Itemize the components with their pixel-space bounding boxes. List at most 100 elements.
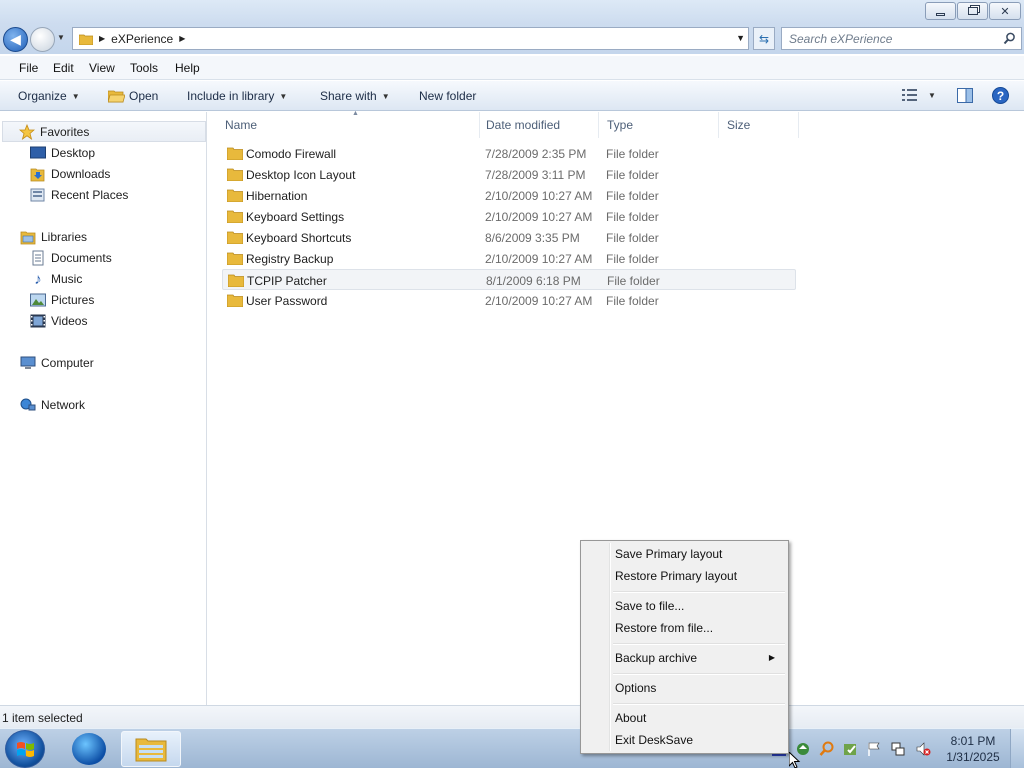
share-with-button[interactable]: Share with ▼ — [320, 89, 390, 103]
recent-places-icon — [30, 187, 46, 203]
command-bar: Organize ▼ Open Include in library ▼ Share… — [0, 81, 1024, 111]
menu-tools[interactable]: Tools — [130, 61, 158, 75]
exit-desksave-item[interactable]: Exit DeskSave — [584, 729, 785, 751]
nav-downloads[interactable]: Downloads — [30, 164, 110, 184]
volume-muted-icon[interactable] — [915, 741, 931, 757]
internet-explorer-taskbar-button[interactable] — [72, 733, 106, 765]
help-button[interactable]: ? — [992, 87, 1009, 104]
organize-label: Organize — [18, 89, 67, 103]
table-row[interactable]: Comodo Firewall 7/28/2009 2:35 PM File f… — [222, 143, 796, 164]
folder-icon — [227, 147, 243, 160]
table-row[interactable]: Registry Backup 2/10/2009 10:27 AM File … — [222, 248, 796, 269]
nav-downloads-label: Downloads — [51, 167, 111, 181]
security-tray-icon[interactable] — [843, 741, 859, 757]
start-button[interactable] — [5, 730, 45, 768]
menu-file[interactable]: File — [19, 61, 38, 75]
menu-item-label: Save Primary layout — [615, 547, 723, 561]
options-item[interactable]: Options — [584, 677, 785, 699]
restore-primary-layout-item[interactable]: Restore Primary layout — [584, 565, 785, 587]
folder-icon — [227, 252, 243, 265]
table-row[interactable]: User Password 2/10/2009 10:27 AM File fo… — [222, 290, 796, 311]
new-folder-button[interactable]: New folder — [419, 89, 476, 103]
about-item[interactable]: About — [584, 707, 785, 729]
nav-libraries[interactable]: Libraries — [20, 227, 87, 247]
file-name: Keyboard Shortcuts — [246, 231, 352, 245]
table-row[interactable]: Hibernation 2/10/2009 10:27 AM File fold… — [222, 185, 796, 206]
nav-network-label: Network — [41, 398, 86, 412]
nav-computer[interactable]: Computer — [20, 353, 94, 373]
table-row-selected[interactable]: TCPIP Patcher 8/1/2009 6:18 PM File fold… — [222, 269, 796, 290]
table-row[interactable]: Keyboard Settings 2/10/2009 10:27 AM Fil… — [222, 206, 796, 227]
breadcrumb-current[interactable]: eXPerience — [111, 32, 173, 46]
column-header-size[interactable]: Size — [719, 112, 799, 138]
change-view-button[interactable]: ▼ — [902, 88, 936, 102]
menu-item-label: Restore Primary layout — [615, 569, 738, 583]
nav-desktop[interactable]: Desktop — [30, 143, 95, 163]
status-bar: 1 item selected — [0, 705, 1024, 728]
nav-recent-places[interactable]: Recent Places — [30, 185, 128, 205]
restore-from-file-item[interactable]: Restore from file... — [584, 617, 785, 639]
svg-text:?: ? — [997, 89, 1004, 103]
backup-archive-item[interactable]: Backup archive ▶ — [584, 647, 785, 669]
menu-separator — [613, 591, 785, 593]
windows-explorer-taskbar-button[interactable] — [121, 731, 181, 767]
include-in-library-button[interactable]: Include in library ▼ — [187, 89, 287, 103]
open-button[interactable]: Open — [108, 89, 158, 103]
preview-pane-button[interactable] — [957, 88, 973, 103]
new-folder-label: New folder — [419, 89, 477, 103]
close-button[interactable]: ✕ — [989, 2, 1021, 20]
table-row[interactable]: Desktop Icon Layout 7/28/2009 3:11 PM Fi… — [222, 164, 796, 185]
column-header-type[interactable]: Type — [599, 112, 719, 138]
menu-item-label: Save to file... — [615, 599, 685, 613]
menu-item-label: About — [615, 711, 647, 725]
save-to-file-item[interactable]: Save to file... — [584, 595, 785, 617]
nav-network[interactable]: Network — [20, 395, 85, 415]
breadcrumb-arrow-icon[interactable]: ▶ — [99, 34, 105, 43]
restore-button[interactable] — [957, 2, 988, 20]
file-name: Desktop Icon Layout — [246, 168, 356, 182]
nav-music[interactable]: ♪ Music — [30, 269, 82, 289]
column-header-name[interactable]: Name ▲ — [217, 110, 480, 138]
downloads-folder-icon — [30, 166, 46, 182]
nav-favorites-label: Favorites — [40, 124, 90, 139]
refresh-icon: ⇆ — [758, 31, 770, 46]
address-dropdown-icon[interactable]: ▼ — [736, 33, 745, 43]
address-bar[interactable]: ▶ eXPerience ▶ ▼ — [72, 27, 749, 50]
search-box[interactable] — [781, 27, 1022, 50]
mouse-pointer-icon — [789, 752, 801, 768]
folder-icon — [227, 210, 243, 223]
forward-button[interactable] — [30, 27, 55, 52]
nav-videos[interactable]: Videos — [30, 311, 87, 331]
chevron-down-icon[interactable]: ▼ — [928, 91, 936, 100]
action-center-flag-icon[interactable] — [866, 741, 882, 757]
table-row[interactable]: Keyboard Shortcuts 8/6/2009 3:35 PM File… — [222, 227, 796, 248]
search-icon[interactable] — [1003, 32, 1016, 45]
menu-item-label: Backup archive — [615, 651, 698, 665]
recent-pages-dropdown[interactable]: ▼ — [57, 33, 67, 45]
submenu-arrow-icon: ▶ — [768, 653, 775, 662]
back-button[interactable]: ◀ — [3, 27, 28, 52]
menu-help[interactable]: Help — [175, 61, 200, 75]
minimize-button[interactable] — [925, 2, 956, 20]
search-input[interactable] — [789, 31, 994, 46]
breadcrumb-arrow-icon[interactable]: ▶ — [179, 34, 185, 43]
open-label: Open — [129, 89, 159, 103]
column-header-date[interactable]: Date modified — [478, 112, 599, 138]
network-tray-icon[interactable] — [890, 741, 906, 757]
clock[interactable]: 8:01 PM 1/31/2025 — [943, 733, 1003, 765]
refresh-button[interactable]: ⇆ — [753, 27, 775, 50]
help-icon: ? — [992, 87, 1009, 104]
nav-pictures[interactable]: Pictures — [30, 290, 94, 310]
nav-videos-label: Videos — [51, 314, 88, 328]
search-tray-icon[interactable] — [819, 741, 835, 757]
organize-button[interactable]: Organize ▼ — [18, 89, 80, 103]
nav-favorites[interactable]: Favorites — [2, 121, 206, 142]
nav-documents[interactable]: Documents — [30, 248, 112, 268]
pictures-icon — [30, 292, 46, 308]
save-primary-layout-item[interactable]: Save Primary layout — [584, 543, 785, 565]
share-with-label: Share with — [320, 89, 377, 103]
show-desktop-button[interactable] — [1010, 729, 1024, 768]
menu-view[interactable]: View — [89, 61, 115, 75]
include-in-library-label: Include in library — [187, 89, 275, 103]
menu-edit[interactable]: Edit — [53, 61, 74, 75]
